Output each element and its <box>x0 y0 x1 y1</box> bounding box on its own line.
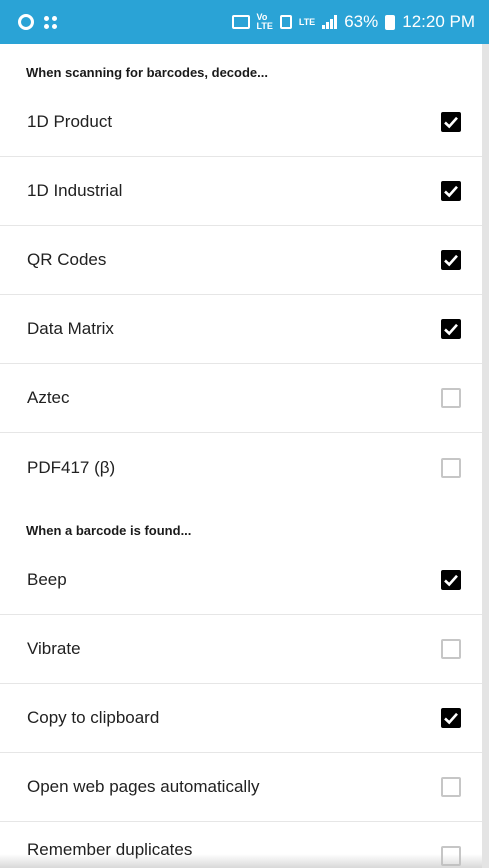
pref-label: Data Matrix <box>27 319 114 338</box>
checkbox[interactable] <box>441 777 461 797</box>
pref-vibrate[interactable]: Vibrate <box>0 615 482 684</box>
pref-pdf417[interactable]: PDF417 (β) <box>0 433 482 502</box>
checkbox[interactable] <box>441 319 461 339</box>
pref-label: Vibrate <box>27 639 81 658</box>
pref-label: QR Codes <box>27 250 107 269</box>
pref-copy-to-clipboard[interactable]: Copy to clipboard <box>0 684 482 753</box>
sim-icon <box>279 15 292 29</box>
battery-icon <box>385 14 396 30</box>
pref-label: Aztec <box>27 388 70 407</box>
checkbox[interactable] <box>441 181 461 201</box>
pref-qr-codes[interactable]: QR Codes <box>0 226 482 295</box>
bottom-fade <box>0 854 482 868</box>
checkbox[interactable] <box>441 708 461 728</box>
status-bar: Vo LTE LTE 63% 12:20 PM <box>0 0 489 44</box>
checkbox[interactable] <box>441 112 461 132</box>
pref-label: 1D Industrial <box>27 181 123 200</box>
battery-percent: 63% <box>344 12 379 31</box>
checkbox[interactable] <box>441 457 461 478</box>
scroll-edge <box>482 44 489 868</box>
pref-label: 1D Product <box>27 112 113 131</box>
pref-1d-product[interactable]: 1D Product <box>0 88 482 157</box>
pref-1d-industrial[interactable]: 1D Industrial <box>0 157 482 226</box>
pref-label: Beep <box>27 570 67 589</box>
checkbox[interactable] <box>441 639 461 659</box>
status-right-icons: Vo LTE LTE 63% 12:20 PM <box>231 12 475 32</box>
signal-icon <box>322 15 338 29</box>
settings-list: When scanning for barcodes, decode... 1D… <box>0 44 482 868</box>
pref-label: Open web pages automatically <box>27 777 260 796</box>
cast-icon <box>231 15 250 29</box>
section-header-found: When a barcode is found... <box>26 523 192 538</box>
pref-label: PDF417 (β) <box>27 457 116 477</box>
status-left-icons <box>18 14 57 30</box>
pref-open-web-pages[interactable]: Open web pages automatically <box>0 753 482 822</box>
section-header-decode: When scanning for barcodes, decode... <box>26 65 268 80</box>
pref-aztec[interactable]: Aztec <box>0 364 482 433</box>
clock: 12:20 PM <box>402 12 475 31</box>
pref-label: Copy to clipboard <box>27 708 160 727</box>
checkbox[interactable] <box>441 250 461 270</box>
grid-dots-icon <box>44 15 57 29</box>
gear-icon <box>18 14 34 30</box>
pref-data-matrix[interactable]: Data Matrix <box>0 295 482 364</box>
pref-beep[interactable]: Beep <box>0 546 482 615</box>
checkbox[interactable] <box>441 388 461 408</box>
network-type: LTE <box>298 16 316 27</box>
volte-icon: Vo LTE <box>256 12 273 31</box>
checkbox[interactable] <box>441 570 461 590</box>
